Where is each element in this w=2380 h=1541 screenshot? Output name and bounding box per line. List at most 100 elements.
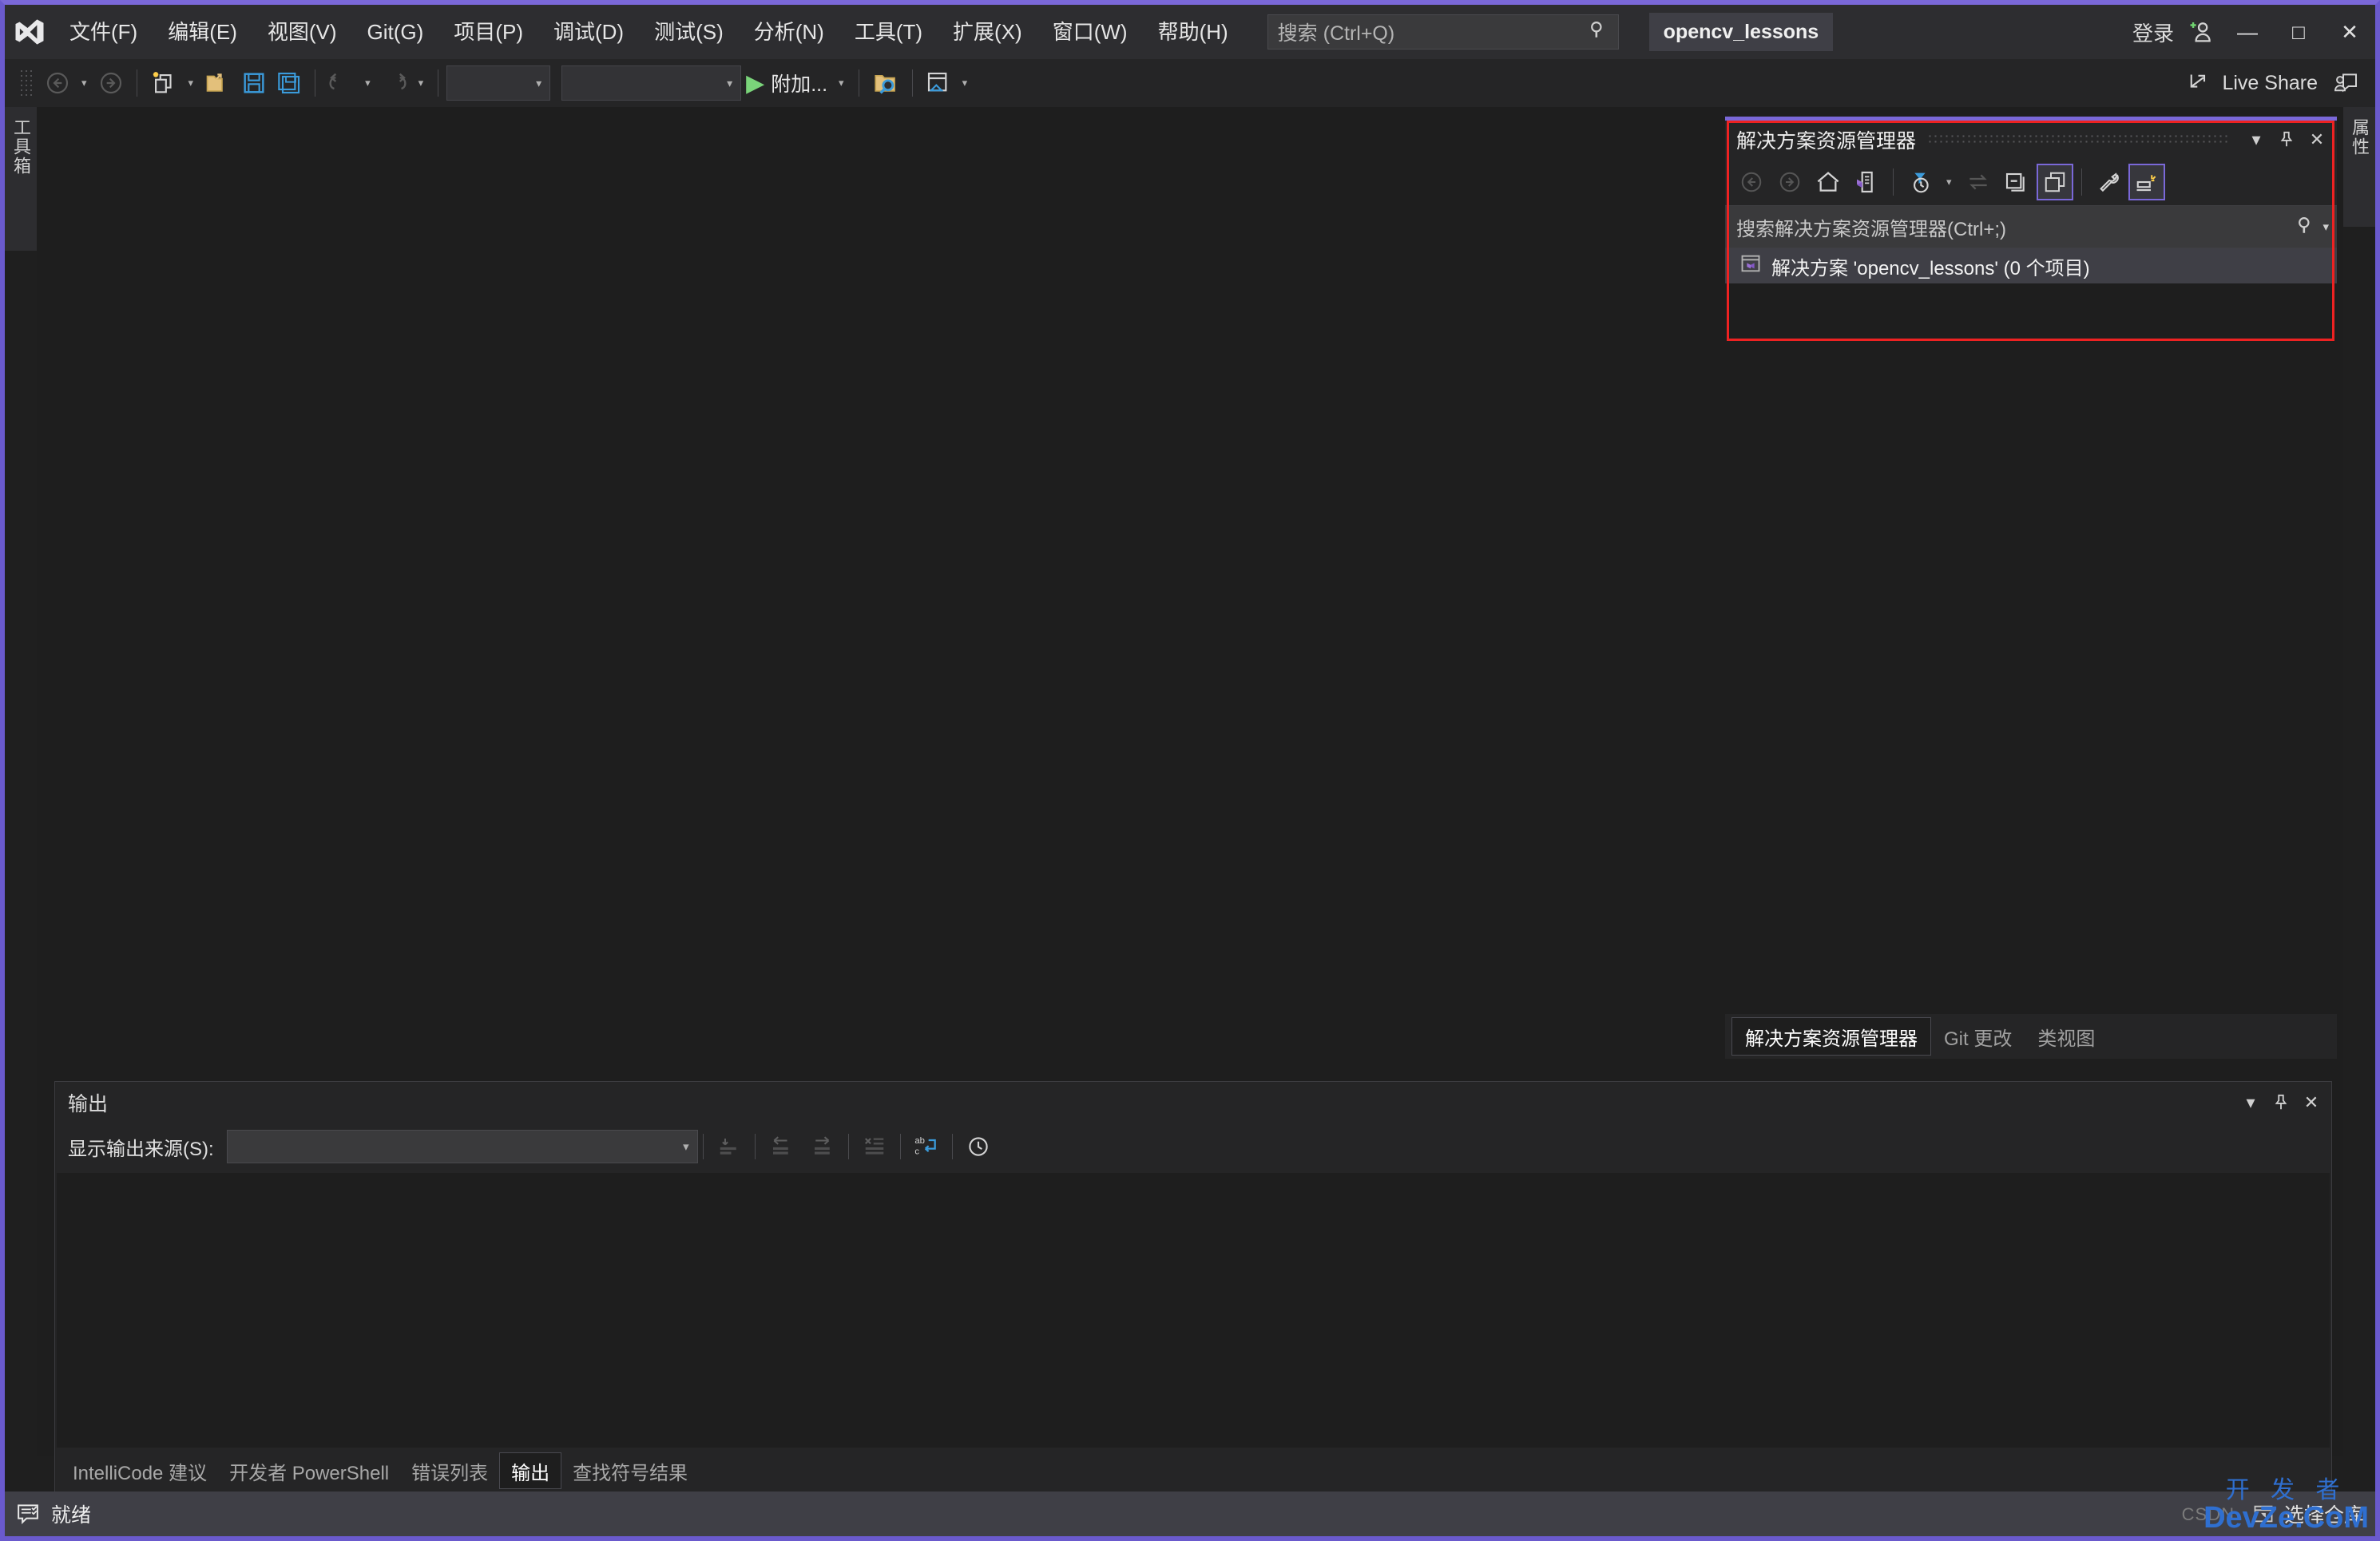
attach-button[interactable]: ▶ 附加...: [741, 62, 832, 104]
next-message-icon[interactable]: [802, 1127, 843, 1166]
output-text-area[interactable]: [57, 1173, 2330, 1448]
clear-all-icon[interactable]: [854, 1127, 895, 1166]
close-button[interactable]: ✕: [2324, 5, 2375, 59]
toggle-word-wrap-icon[interactable]: ab c: [906, 1127, 947, 1166]
filter-dropdown-icon[interactable]: ▾: [1940, 176, 1958, 188]
toolbar-grip[interactable]: [19, 69, 35, 97]
home-icon[interactable]: [1810, 164, 1846, 200]
output-header: 输出 ▾ ✕: [55, 1082, 2331, 1123]
previous-message-icon[interactable]: [760, 1127, 802, 1166]
sign-in-button[interactable]: 登录: [2126, 18, 2180, 47]
sync-with-active-document-icon[interactable]: [1960, 164, 1997, 200]
output-title: 输出: [68, 1093, 109, 1115]
live-share-button[interactable]: Live Share: [2177, 62, 2329, 104]
preview-selected-items-icon[interactable]: [2036, 164, 2073, 200]
pending-changes-filter-icon[interactable]: [1902, 164, 1938, 200]
project-name-badge: opencv_lessons: [1648, 13, 1834, 51]
panel-menu-icon[interactable]: ▾: [2235, 1087, 2266, 1119]
search-options-dropdown-icon[interactable]: ▾: [2316, 220, 2329, 234]
solution-configuration-combo[interactable]: ▾: [446, 65, 551, 101]
select-repository-button[interactable]: 选择仓库: [2284, 1499, 2364, 1528]
menu-item-tools[interactable]: 工具(T): [839, 5, 938, 59]
status-right-group: 选择仓库: [2252, 1499, 2364, 1528]
collapse-all-icon[interactable]: [1998, 164, 2035, 200]
redo-icon[interactable]: [377, 62, 412, 104]
feedback-icon[interactable]: [2329, 62, 2364, 104]
ready-checklist-icon: [16, 1502, 40, 1526]
menu-item-test[interactable]: 测试(S): [639, 5, 739, 59]
search-folder-icon[interactable]: [867, 62, 904, 104]
panel-drag-handle[interactable]: [1927, 133, 2230, 146]
solution-tree[interactable]: 解决方案 'opencv_lessons' (0 个项目): [1725, 248, 2337, 1014]
close-icon[interactable]: ✕: [2296, 1087, 2326, 1119]
search-icon: [1588, 19, 1608, 46]
window-controls-group: 登录 — □ ✕: [2126, 5, 2375, 59]
tab-class-view[interactable]: 类视图: [2025, 1017, 2108, 1056]
start-page-icon[interactable]: [921, 62, 956, 104]
menu-item-debug[interactable]: 调试(D): [538, 5, 639, 59]
new-item-icon[interactable]: [2128, 164, 2165, 200]
tab-intellicode-suggestions[interactable]: IntelliCode 建议: [61, 1452, 218, 1489]
menu-item-view[interactable]: 视图(V): [252, 5, 352, 59]
close-icon[interactable]: ✕: [2302, 124, 2332, 156]
menu-item-help[interactable]: 帮助(H): [1143, 5, 1244, 59]
se-back-icon[interactable]: [1733, 164, 1770, 200]
add-account-icon[interactable]: [2180, 5, 2222, 59]
search-input[interactable]: 搜索 (Ctrl+Q): [1267, 14, 1619, 50]
solution-explorer-toolbar: ▾: [1725, 159, 2337, 205]
tab-developer-powershell[interactable]: 开发者 PowerShell: [218, 1452, 400, 1489]
output-source-combo[interactable]: ▾: [226, 1130, 698, 1163]
output-tabstrip: IntelliCode 建议 开发者 PowerShell 错误列表 输出 查找…: [55, 1449, 2331, 1492]
menu-item-project[interactable]: 项目(P): [438, 5, 538, 59]
panel-menu-icon[interactable]: ▾: [2241, 124, 2271, 156]
pin-icon[interactable]: [2271, 124, 2302, 156]
share-icon: [2188, 69, 2212, 98]
menu-item-edit[interactable]: 编辑(E): [153, 5, 252, 59]
minimize-button[interactable]: —: [2222, 5, 2273, 59]
redo-dropdown-icon[interactable]: ▾: [412, 77, 430, 89]
tab-error-list[interactable]: 错误列表: [400, 1452, 499, 1489]
solution-explorer-search-input[interactable]: 搜索解决方案资源管理器(Ctrl+;) ▾: [1725, 205, 2337, 248]
attach-dropdown-icon[interactable]: ▾: [832, 77, 851, 89]
tab-find-symbol-results[interactable]: 查找符号结果: [561, 1452, 699, 1489]
properties-wrench-icon[interactable]: [2090, 164, 2127, 200]
toolbox-tab[interactable]: 工具箱: [5, 107, 37, 251]
menu-item-git[interactable]: Git(G): [352, 5, 439, 59]
go-to-message-icon[interactable]: [708, 1127, 750, 1166]
pin-icon[interactable]: [2266, 1087, 2296, 1119]
visual-studio-logo-icon: [5, 5, 54, 59]
show-all-files-icon[interactable]: [1848, 164, 1885, 200]
tab-git-changes[interactable]: Git 更改: [1931, 1017, 2025, 1056]
toggle-timestamps-icon[interactable]: [958, 1127, 999, 1166]
menu-item-extensions[interactable]: 扩展(X): [938, 5, 1037, 59]
menu-item-window[interactable]: 窗口(W): [1037, 5, 1143, 59]
navigate-backward-icon[interactable]: [40, 62, 75, 104]
save-icon[interactable]: [236, 62, 272, 104]
undo-dropdown-icon[interactable]: ▾: [359, 77, 377, 89]
menu-item-analyze[interactable]: 分析(N): [739, 5, 839, 59]
navigate-forward-icon[interactable]: [93, 62, 129, 104]
toolbar-overflow-icon[interactable]: ▾: [956, 77, 974, 89]
toolbox-tab-label: 工具箱: [11, 118, 31, 176]
se-toolbar-separator: [1893, 168, 1894, 196]
new-project-dropdown-icon[interactable]: ▾: [182, 77, 200, 89]
visual-studio-window: 文件(F) 编辑(E) 视图(V) Git(G) 项目(P) 调试(D) 测试(…: [0, 0, 2380, 1541]
navigate-backward-dropdown-icon[interactable]: ▾: [75, 77, 93, 89]
save-all-icon[interactable]: [272, 62, 307, 104]
open-file-icon[interactable]: [200, 62, 236, 104]
chevron-down-icon: ▾: [683, 1140, 689, 1154]
se-forward-icon[interactable]: [1771, 164, 1808, 200]
solution-platform-combo[interactable]: ▾: [561, 65, 742, 101]
undo-icon[interactable]: [323, 62, 359, 104]
tab-output[interactable]: 输出: [499, 1452, 562, 1489]
menu-item-file[interactable]: 文件(F): [54, 5, 153, 59]
new-project-icon[interactable]: [145, 62, 182, 104]
solution-root-node[interactable]: 解决方案 'opencv_lessons' (0 个项目): [1725, 248, 2337, 283]
output-toolbar: 显示输出来源(S): ▾ ab c: [55, 1123, 2331, 1170]
toolbar-separator: [911, 69, 913, 97]
properties-tab[interactable]: 属性: [2343, 107, 2375, 227]
tab-solution-explorer[interactable]: 解决方案资源管理器: [1731, 1017, 1931, 1056]
solution-explorer-title: 解决方案资源管理器: [1736, 130, 1917, 153]
play-icon: ▶: [746, 69, 765, 97]
maximize-button[interactable]: □: [2273, 5, 2324, 59]
